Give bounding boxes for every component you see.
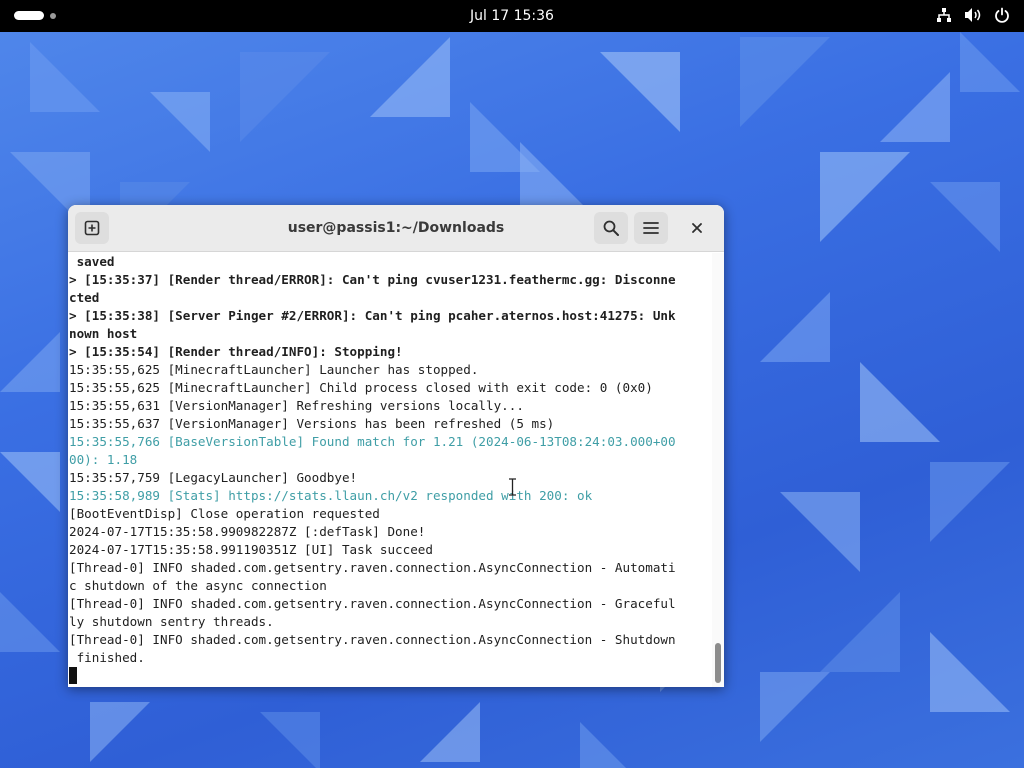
top-bar: Jul 17 15:36	[0, 0, 1024, 32]
system-tray[interactable]	[936, 7, 1010, 23]
network-icon[interactable]	[936, 7, 952, 23]
terminal-line: 00): 1.18	[69, 452, 138, 467]
terminal-line: 2024-07-17T15:35:58.990982287Z [:defTask…	[69, 524, 426, 539]
terminal-window[interactable]: user@passis1:~/Downloads saved > [15:35:3…	[68, 205, 724, 687]
new-tab-icon	[84, 220, 100, 236]
wallpaper-shape	[930, 182, 1000, 252]
wallpaper-shape	[370, 37, 450, 117]
terminal-line: c shutdown of the async connection	[69, 578, 327, 593]
workspace-indicator-active	[14, 11, 44, 20]
terminal-line: [Thread-0] INFO shaded.com.getsentry.rav…	[69, 632, 676, 647]
hamburger-menu-icon	[643, 222, 659, 234]
terminal-cursor	[69, 667, 77, 684]
terminal-line: nown host	[69, 326, 138, 341]
terminal-output[interactable]: saved > [15:35:37] [Render thread/ERROR]:…	[69, 253, 713, 687]
terminal-line: cted	[69, 290, 100, 305]
wallpaper-shape	[930, 632, 1010, 712]
terminal-line: 15:35:55,766 [BaseVersionTable] Found ma…	[69, 434, 676, 449]
terminal-line: 15:35:57,759 [LegacyLauncher] Goodbye!	[69, 470, 358, 485]
wallpaper-shape	[930, 462, 1010, 542]
power-icon[interactable]	[994, 7, 1010, 23]
terminal-line: [Thread-0] INFO shaded.com.getsentry.rav…	[69, 560, 676, 575]
wallpaper-shape	[740, 37, 830, 127]
wallpaper-shape	[860, 362, 940, 442]
wallpaper-shape	[600, 52, 680, 132]
wallpaper-shape	[880, 72, 950, 142]
terminal-line: 15:35:58,989 [Stats] https://stats.llaun…	[69, 488, 593, 503]
terminal-line: ly shutdown sentry threads.	[69, 614, 274, 629]
scrollbar[interactable]	[712, 253, 724, 687]
close-button[interactable]	[686, 217, 708, 239]
search-button[interactable]	[594, 212, 628, 244]
terminal-line: > [15:35:37] [Render thread/ERROR]: Can'…	[69, 272, 676, 287]
terminal-line: > [15:35:38] [Server Pinger #2/ERROR]: C…	[69, 308, 676, 323]
wallpaper-shape	[0, 452, 60, 512]
wallpaper-shape	[820, 152, 910, 242]
terminal-line: 2024-07-17T15:35:58.991190351Z [UI] Task…	[69, 542, 433, 557]
wallpaper-shape	[150, 92, 210, 152]
terminal-prompt-line[interactable]	[69, 667, 713, 685]
wallpaper-shape	[0, 332, 60, 392]
wallpaper-shape	[0, 592, 60, 652]
new-tab-button[interactable]	[75, 212, 109, 244]
wallpaper-shape	[420, 702, 480, 762]
wallpaper-shape	[820, 592, 900, 672]
terminal-headerbar[interactable]: user@passis1:~/Downloads	[68, 205, 724, 252]
terminal-line: finished.	[69, 650, 145, 665]
wallpaper-shape	[90, 702, 150, 762]
wallpaper-shape	[760, 292, 830, 362]
wallpaper-shape	[240, 52, 330, 142]
terminal-line: 15:35:55,625 [MinecraftLauncher] Launche…	[69, 362, 479, 377]
terminal-line: saved	[69, 254, 115, 269]
wallpaper-shape	[960, 32, 1020, 92]
workspace-indicator	[50, 12, 56, 19]
text-cursor-pointer-icon	[509, 478, 516, 496]
wallpaper-shape	[580, 722, 640, 768]
scrollbar-thumb[interactable]	[715, 643, 721, 683]
wallpaper-shape	[260, 712, 320, 768]
wallpaper-shape	[760, 672, 830, 742]
terminal-line: [Thread-0] INFO shaded.com.getsentry.rav…	[69, 596, 676, 611]
close-icon	[692, 223, 702, 233]
terminal-line: > [15:35:54] [Render thread/INFO]: Stopp…	[69, 344, 403, 359]
terminal-line: 15:35:55,631 [VersionManager] Refreshing…	[69, 398, 524, 413]
window-title: user@passis1:~/Downloads	[287, 220, 505, 236]
wallpaper-shape	[780, 492, 860, 572]
clock[interactable]: Jul 17 15:36	[470, 8, 554, 24]
search-icon	[603, 220, 619, 236]
menu-button[interactable]	[634, 212, 668, 244]
terminal-line: [BootEventDisp] Close operation requeste…	[69, 506, 380, 521]
terminal-line: 15:35:55,625 [MinecraftLauncher] Child p…	[69, 380, 653, 395]
activities-button[interactable]	[14, 11, 56, 20]
volume-icon[interactable]	[964, 7, 982, 23]
wallpaper-shape	[30, 42, 100, 112]
terminal-line: 15:35:55,637 [VersionManager] Versions h…	[69, 416, 555, 431]
